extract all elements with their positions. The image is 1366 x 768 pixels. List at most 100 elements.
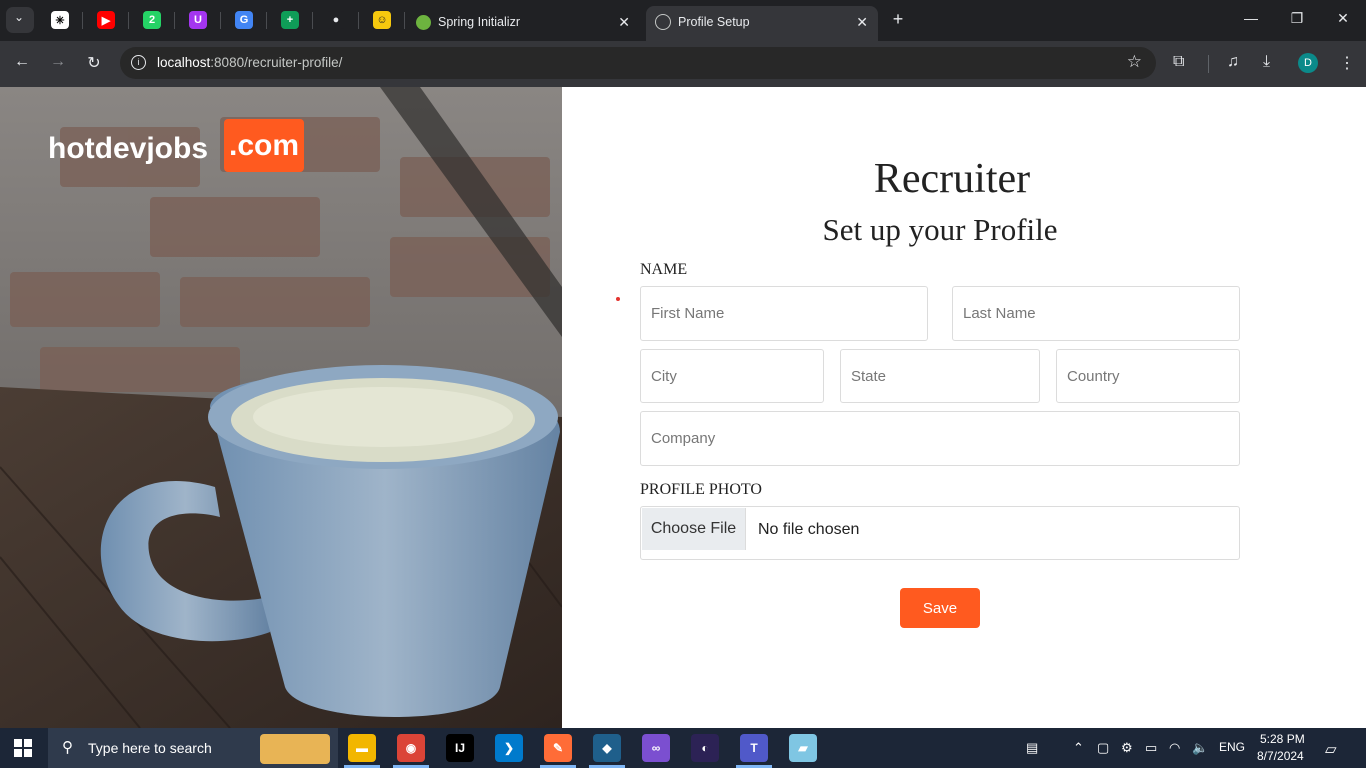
file-status-text: No file chosen <box>758 521 860 538</box>
tray-devices-icon[interactable]: ▢ <box>1097 740 1109 756</box>
udemy-icon[interactable]: U <box>189 11 207 29</box>
toolbar-divider <box>1208 55 1209 73</box>
notes-app-icon[interactable]: ▰ <box>789 734 817 762</box>
required-dot <box>616 297 620 301</box>
country-field[interactable] <box>1056 349 1240 403</box>
tab-profile-setup[interactable]: Profile Setup ✕ <box>646 6 878 41</box>
download-icon[interactable]: ⤓ <box>1263 53 1270 71</box>
new-tab-icon[interactable]: + <box>888 9 908 30</box>
close-tab-icon[interactable]: ✕ <box>618 14 630 31</box>
logo-domain-badge: .com <box>224 119 304 172</box>
visual-studio-icon[interactable]: ∞ <box>642 734 670 762</box>
last-name-field[interactable] <box>952 286 1240 341</box>
page-title: Recruiter <box>873 156 1031 202</box>
menu-dots-icon[interactable]: ⋮ <box>1339 53 1355 73</box>
mysql-workbench-icon[interactable]: ◆ <box>593 734 621 762</box>
google-translate-icon[interactable]: G <box>235 11 253 29</box>
logo-wordmark: hotdevjobs <box>48 132 209 165</box>
tab-separator <box>82 12 83 29</box>
country-input[interactable] <box>1057 350 1239 402</box>
browser-tab-strip: ⌄ ✳ ▶ 2 U G + ● ☺ Spring Initializr ✕ Profile S… <box>0 0 1366 41</box>
intellij-icon[interactable]: IJ <box>446 734 474 762</box>
eclipse-icon[interactable]: ◐ <box>691 734 719 762</box>
minimize-icon[interactable]: — <box>1241 10 1261 26</box>
search-icon: ⚲ <box>62 739 73 756</box>
media-control-icon[interactable]: ♫ <box>1227 53 1239 71</box>
tab-title: Spring Initializr <box>438 15 520 29</box>
news-widget-icon[interactable]: ▤ <box>1026 740 1038 756</box>
tray-settings-icon[interactable]: ⚙ <box>1121 740 1133 756</box>
clock-time[interactable]: 5:28 PM <box>1260 732 1305 746</box>
state-input[interactable] <box>841 350 1039 402</box>
forward-icon[interactable]: → <box>47 53 69 71</box>
teams-icon[interactable]: T <box>740 734 768 762</box>
sheets-icon[interactable]: + <box>281 11 299 29</box>
beach-search-highlight-icon <box>260 734 330 764</box>
city-field[interactable] <box>640 349 824 403</box>
url-path: :8080/recruiter-profile/ <box>210 55 343 70</box>
hero-image: hotdevjobs .com <box>0 87 562 728</box>
first-name-input[interactable] <box>641 287 927 340</box>
profile-form-panel: Recruiter Set up your Profile NAME PROFI… <box>562 87 1366 728</box>
tab-separator <box>358 12 359 29</box>
coffee-cup-photo <box>0 87 562 728</box>
tab-separator <box>174 12 175 29</box>
postman-icon[interactable]: ✎ <box>544 734 572 762</box>
spring-icon <box>416 15 431 30</box>
url-text: localhost:8080/recruiter-profile/ <box>157 55 342 70</box>
volume-icon[interactable]: 🔈 <box>1192 740 1208 756</box>
save-button[interactable]: Save <box>900 588 980 628</box>
tab-search-button[interactable]: ⌄ <box>6 7 34 33</box>
emoji-icon[interactable]: ☺ <box>373 11 391 29</box>
whatsapp-icon[interactable]: 2 <box>143 11 161 29</box>
reload-icon[interactable]: ↻ <box>83 53 105 73</box>
close-tab-icon[interactable]: ✕ <box>856 14 868 31</box>
address-bar[interactable]: i localhost:8080/recruiter-profile/ ☆ <box>120 47 1156 79</box>
youtube-icon[interactable]: ▶ <box>97 11 115 29</box>
chevron-down-icon: ⌄ <box>14 10 25 24</box>
language-indicator[interactable]: ENG <box>1219 740 1245 754</box>
tab-separator <box>404 12 405 29</box>
github-icon[interactable]: ● <box>327 11 345 29</box>
first-name-field[interactable] <box>640 286 928 341</box>
profile-photo-label: PROFILE PHOTO <box>640 481 762 498</box>
last-name-input[interactable] <box>953 287 1239 340</box>
globe-icon <box>655 14 671 30</box>
restore-icon[interactable]: ❐ <box>1287 10 1307 27</box>
company-field[interactable] <box>640 411 1240 466</box>
chrome-icon[interactable]: ◉ <box>397 734 425 762</box>
url-host: localhost <box>157 55 211 70</box>
state-field[interactable] <box>840 349 1040 403</box>
tab-separator <box>266 12 267 29</box>
profile-photo-file-input[interactable]: Choose File No file chosen <box>640 506 1240 560</box>
name-label: NAME <box>640 261 688 278</box>
file-explorer-icon[interactable]: ▬ <box>348 734 376 762</box>
clock-date[interactable]: 8/7/2024 <box>1257 749 1304 763</box>
tab-separator <box>128 12 129 29</box>
tab-title: Profile Setup <box>678 15 750 29</box>
windows-start-icon[interactable] <box>14 739 32 757</box>
vscode-icon[interactable]: ❯ <box>495 734 523 762</box>
search-placeholder: Type here to search <box>88 740 212 756</box>
profile-avatar[interactable]: D <box>1298 53 1318 73</box>
battery-icon[interactable]: ▭ <box>1145 740 1157 756</box>
city-input[interactable] <box>641 350 823 402</box>
company-input[interactable] <box>641 412 1239 465</box>
close-window-icon[interactable]: ✕ <box>1333 10 1353 27</box>
wifi-icon[interactable]: ◠ <box>1169 740 1180 756</box>
page-subtitle: Set up your Profile <box>822 212 1058 247</box>
chatgpt-icon[interactable]: ✳ <box>51 11 69 29</box>
back-icon[interactable]: ← <box>11 53 33 71</box>
tab-separator <box>312 12 313 29</box>
extensions-icon[interactable]: ⧉ <box>1173 53 1184 71</box>
taskbar-search-box[interactable]: ⚲ Type here to search <box>48 728 338 768</box>
notifications-icon[interactable]: ▱ <box>1325 740 1337 758</box>
tab-separator <box>220 12 221 29</box>
bookmark-star-icon[interactable]: ☆ <box>1127 52 1142 72</box>
choose-file-button[interactable]: Choose File <box>642 508 746 550</box>
tab-spring-initializr[interactable]: Spring Initializr ✕ <box>406 6 640 41</box>
site-info-icon[interactable]: i <box>131 55 146 70</box>
show-hidden-icons-icon[interactable]: ⌃ <box>1073 740 1084 756</box>
windows-taskbar: ⚲ Type here to search ▬ ◉ IJ ❯ ✎ ◆ ∞ ◐ T ▰ ▤ ⌃ ▢ … <box>0 728 1366 768</box>
browser-toolbar: ← → ↻ i localhost:8080/recruiter-profile… <box>0 41 1366 87</box>
